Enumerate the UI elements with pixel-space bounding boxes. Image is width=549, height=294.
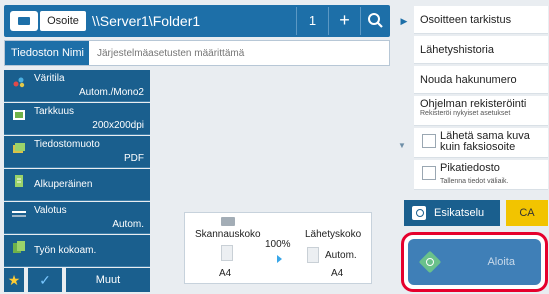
send-size-label: Lähetyskoko [305,229,362,240]
setting-name: Väritila [34,73,65,84]
same-image-label: Lähetä sama kuva kuin faksiosoite [440,130,530,153]
start-button-frame: Aloita [401,232,548,292]
filename-input[interactable] [93,41,383,65]
scan-screen: Osoite \\Server1\Folder1 1 + Tiedoston N… [0,0,549,294]
send-paper-size: A4 [331,268,344,279]
scale-percent: 100% [265,239,291,250]
address-count: 1 [296,7,328,35]
address-book-icon[interactable] [10,11,38,31]
address-label-button[interactable]: Osoite [40,11,86,31]
search-icon [368,13,383,28]
collapse-panel-button[interactable]: ▶ [396,6,412,36]
send-history-button[interactable]: Lähetyshistoria [414,36,548,64]
job-build-icon [13,241,25,253]
colour-mode-icon [13,77,25,88]
setting-original[interactable]: Alkuperäinen [4,169,150,201]
address-bar: Osoite \\Server1\Folder1 1 + [4,5,390,37]
checkbox[interactable] [422,134,436,148]
preview-button[interactable]: Esikatselu [404,200,500,226]
setting-value: PDF [124,153,144,164]
arrow-right-icon [277,255,282,263]
program-registration-sub: Rekisteröi nykyiset asetukset [420,110,511,117]
send-page-icon [307,247,319,263]
setting-name: Tarkkuus [34,106,75,117]
scanner-icon [221,217,235,226]
program-registration-label: Ohjelman rekisteröinti [420,98,527,110]
quick-file-sub: Tallenna tiedot väliaik. [440,178,509,185]
preview-label: Esikatselu [434,207,485,219]
quick-file-checkbox[interactable]: Pikatiedosto Tallenna tiedot väliaik. [414,160,548,190]
setting-file-format[interactable]: Tiedostomuoto PDF [4,136,150,168]
preview-icon [412,206,426,220]
exposure-icon [12,211,26,217]
same-image-checkbox[interactable]: Lähetä sama kuva kuin faksiosoite [414,128,548,158]
setting-name: Työn kokoam. [34,245,97,256]
scan-size-label: Skannauskoko [195,229,261,240]
original-icon [15,175,23,187]
setting-name: Valotus [34,205,67,216]
start-label: Aloita [487,256,515,268]
checkbox[interactable] [422,166,436,180]
setting-name: Alkuperäinen [34,179,93,190]
setting-job-build[interactable]: Työn kokoam. [4,235,150,267]
quick-file-label: Pikatiedosto [440,162,500,174]
setting-value: Autom. [112,219,144,230]
scan-size-value: A4 [219,268,232,279]
address-path[interactable]: \\Server1\Folder1 [92,7,292,35]
size-summary: Skannauskoko Lähetyskoko 100% Autom. A4 … [184,212,372,284]
search-button[interactable] [360,7,390,35]
add-address-button[interactable]: + [328,7,360,35]
setting-value: Autom./Mono2 [78,87,144,98]
file-format-icon [13,143,25,153]
ca-button[interactable]: CA [506,200,548,226]
setting-exposure[interactable]: Valotus Autom. [4,202,150,234]
filename-label: Tiedoston Nimi [5,41,89,65]
checkmark-icon: ✓ [39,272,51,288]
more-button[interactable]: Muut [66,268,150,292]
start-button[interactable]: Aloita [408,239,541,285]
setting-colour-mode[interactable]: Väritila Autom./Mono2 [4,70,150,102]
star-icon: ★ [7,272,21,288]
address-check-button[interactable]: Osoitteen tarkistus [414,6,548,34]
scroll-down-icon[interactable]: ▼ [398,141,406,150]
start-icon [418,250,442,274]
resolution-icon [13,110,25,120]
filename-row: Tiedoston Nimi [4,40,390,66]
scan-page-icon [221,245,233,261]
setting-name: Tiedostomuoto [34,139,100,150]
setting-value: 200x200dpi [92,120,144,131]
recall-search-number-button[interactable]: Nouda hakunumero [414,66,548,94]
program-registration-button[interactable]: Ohjelman rekisteröinti Rekisteröi nykyis… [414,96,548,126]
setting-resolution[interactable]: Tarkkuus 200x200dpi [4,103,150,135]
send-size-value: Autom. [325,250,357,261]
check-settings-button[interactable]: ✓ [28,268,62,292]
favorites-button[interactable]: ★ [4,268,24,292]
